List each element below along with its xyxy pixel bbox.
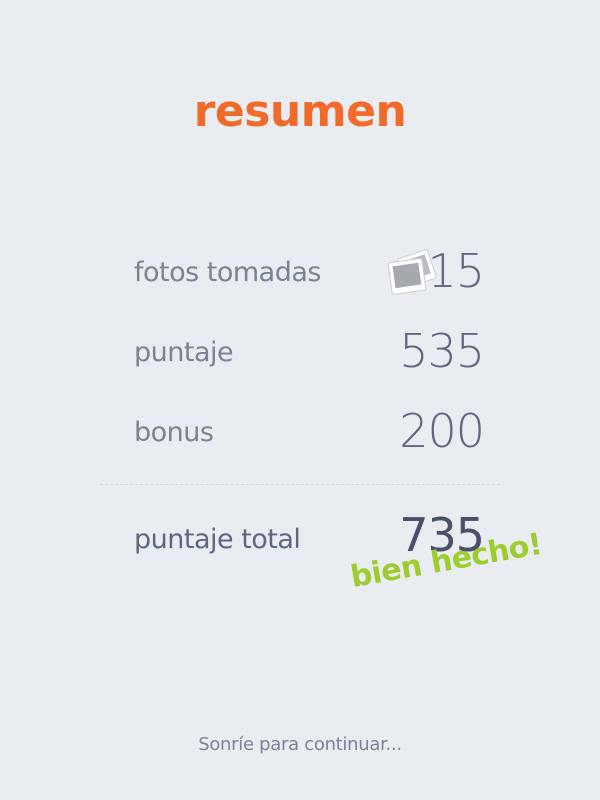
photos-taken-label: fotos tomadas (134, 257, 321, 288)
continue-prompt[interactable]: Sonríe para continuar... (0, 734, 600, 755)
score-value: 535 (399, 324, 485, 378)
total-score-label: puntaje total (134, 524, 301, 555)
page-title: resumen (193, 86, 407, 137)
score-label: puntaje (134, 337, 234, 368)
bonus-value: 200 (399, 404, 485, 458)
summary-divider (100, 484, 500, 485)
bonus-label: bonus (134, 417, 214, 448)
photos-taken-value: 15 (427, 244, 485, 298)
